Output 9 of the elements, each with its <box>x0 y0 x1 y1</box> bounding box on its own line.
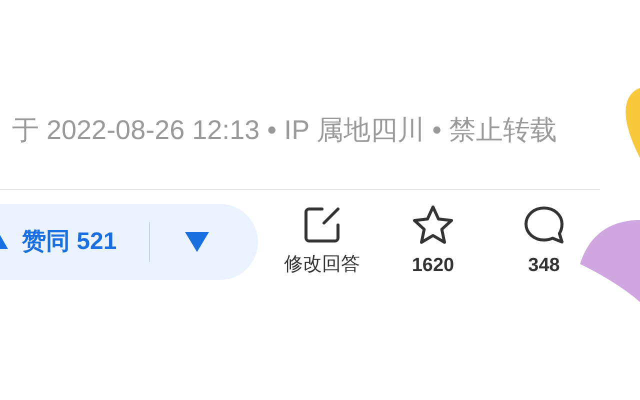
downvote-triangle-icon[interactable] <box>184 231 210 253</box>
post-meta-text: 于 2022-08-26 12:13 • IP 属地四川 • 禁止转载 <box>12 114 558 147</box>
action-button[interactable]: 348 <box>509 204 579 280</box>
action-button[interactable]: 1620 <box>398 204 468 280</box>
up-triangle-icon[interactable] <box>0 235 8 249</box>
edit-icon <box>302 204 342 245</box>
star-icon <box>411 204 455 246</box>
upvote-button[interactable]: 赞同 521 <box>22 224 117 260</box>
comment-icon <box>522 204 566 246</box>
